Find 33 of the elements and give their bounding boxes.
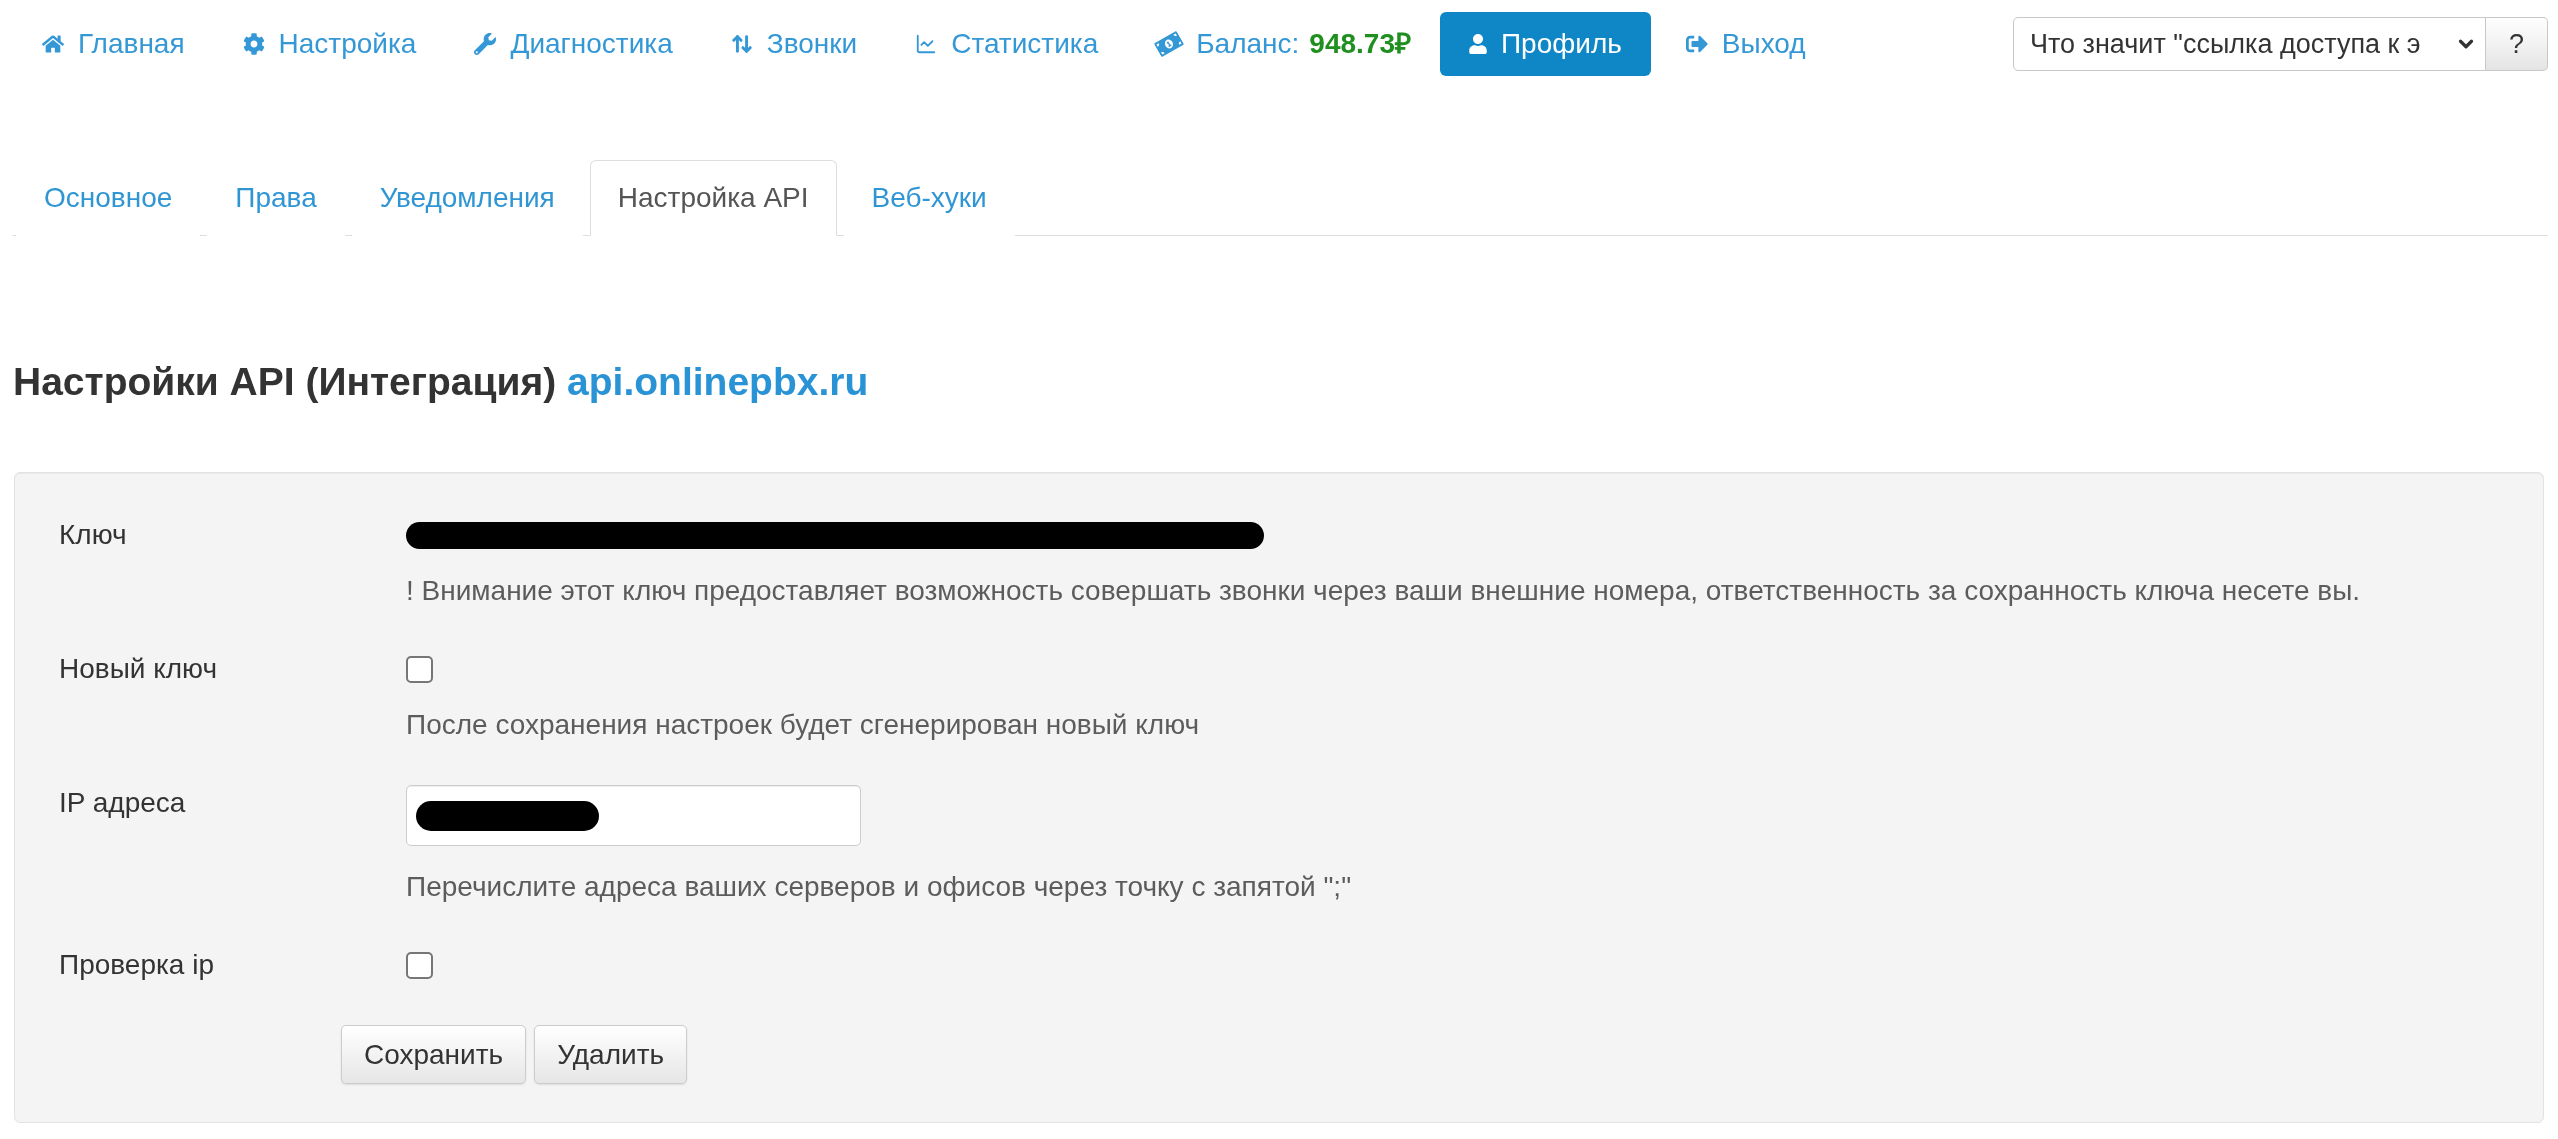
up-down-arrows-icon — [730, 33, 753, 55]
help-text: ! Внимание этот ключ предоставляет возможность совершать звонки через ваши внешние номера, ответственность за сохранность ключа несете вы. — [406, 574, 2361, 608]
wrench-icon — [474, 33, 497, 55]
help-text: После сохранения настроек будет сгенерирован новый ключ — [406, 708, 1200, 742]
save-button[interactable]: Сохранить — [341, 1025, 527, 1084]
checkbox[interactable] — [406, 951, 433, 979]
field-label: IP адреса — [59, 786, 187, 820]
nav-link[interactable]: Выход — [1656, 12, 1835, 76]
nav-link[interactable]: Профиль — [1439, 12, 1651, 76]
checkbox[interactable] — [406, 655, 433, 683]
nav-link[interactable]: Диагностика — [445, 12, 702, 76]
nav-link[interactable]: Звонки — [701, 12, 887, 76]
user-icon — [1468, 34, 1487, 54]
nav-link[interactable]: Статистика — [886, 12, 1128, 76]
tab[interactable]: Настройка API — [589, 160, 837, 236]
field-label: Ключ — [59, 518, 128, 552]
page-heading: Настройки API (Интеграция) api.onlinepbx.ru — [13, 360, 870, 404]
nav-link[interactable]: Настройка — [213, 12, 446, 76]
domain-link[interactable]: api.onlinepbx.ru — [567, 360, 869, 403]
nav-link[interactable]: Баланс: — [1127, 12, 1310, 76]
delete-button[interactable]: Удалить — [534, 1025, 688, 1084]
help-button[interactable]: ? — [2486, 17, 2548, 71]
field-label: Проверка ip — [59, 948, 215, 982]
ip-input-field[interactable] — [406, 785, 861, 846]
balance-amount: 948.73₽ — [1309, 27, 1411, 61]
logout-icon — [1685, 33, 1708, 55]
nav-link[interactable]: Главная — [13, 12, 214, 76]
field-label: Новый ключ — [59, 652, 219, 686]
help-select[interactable]: Что значит "ссылка доступа к э — [2013, 17, 2486, 71]
help-text: Перечислите адреса ваших серверов и офисов через точку с запятой ";" — [406, 870, 1352, 904]
home-icon — [42, 33, 64, 55]
settings-icon — [242, 33, 265, 55]
line-chart-icon — [915, 33, 938, 55]
